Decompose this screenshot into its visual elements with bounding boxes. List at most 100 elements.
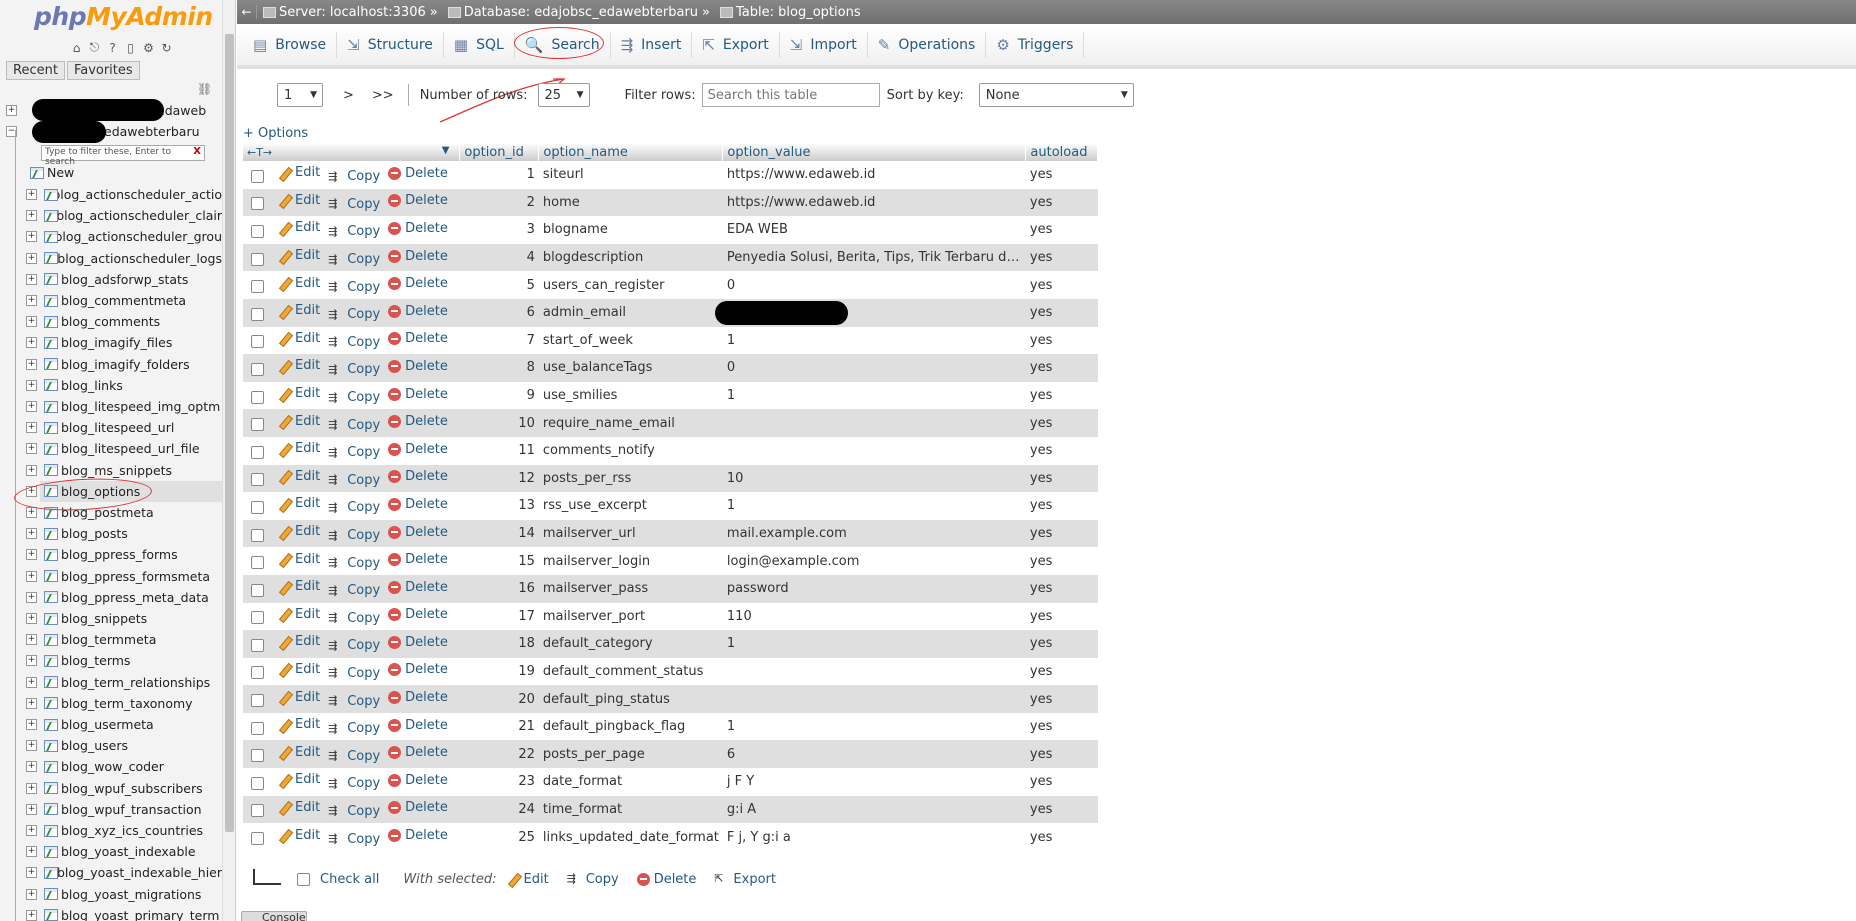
cell-option-id[interactable]: 25 xyxy=(459,823,539,851)
expand-icon[interactable]: + xyxy=(26,184,37,205)
delete-row-button[interactable]: Delete xyxy=(388,469,448,484)
bulk-export-button[interactable]: ⇱ Export xyxy=(714,872,776,887)
cell-option-value[interactable] xyxy=(722,685,1026,713)
favorites-tab[interactable]: Favorites xyxy=(66,61,140,80)
sidebar-table-item[interactable]: blog_xyz_ics_countries xyxy=(40,820,222,841)
check-all-label[interactable]: Check all xyxy=(320,872,379,887)
plus-icon[interactable]: + xyxy=(26,634,37,646)
edit-row-button[interactable]: Edit xyxy=(278,441,320,456)
cell-option-value[interactable]: g:i A xyxy=(722,795,1026,824)
bulk-delete-button[interactable]: Delete xyxy=(636,872,696,887)
plus-icon[interactable]: + xyxy=(26,231,37,243)
plus-icon[interactable]: + xyxy=(26,337,37,349)
home-icon[interactable]: ⌂ xyxy=(69,40,84,55)
delete-row-button[interactable]: Delete xyxy=(388,690,448,705)
expand-icon[interactable]: + xyxy=(26,396,37,417)
plus-icon[interactable]: + xyxy=(26,189,37,200)
cell-option-id[interactable]: 22 xyxy=(459,740,539,769)
sidebar-table-item[interactable]: blog_yoast_indexable xyxy=(40,841,222,862)
row-checkbox[interactable] xyxy=(251,666,264,680)
cell-autoload[interactable]: yes xyxy=(1025,685,1098,713)
cell-option-name[interactable]: admin_email xyxy=(538,298,723,327)
console-toggle[interactable]: Console xyxy=(241,911,307,921)
edit-row-button[interactable]: Edit xyxy=(278,220,320,235)
next-page-button[interactable]: > xyxy=(343,88,354,103)
reload-icon[interactable]: ↻ xyxy=(159,40,174,55)
copy-row-button[interactable]: ⇶ Copy xyxy=(328,694,380,709)
edit-row-button[interactable]: Edit xyxy=(278,331,320,346)
edit-row-button[interactable]: Edit xyxy=(278,745,320,760)
sidebar-table-item[interactable]: blog_actionscheduler_grou xyxy=(40,226,222,247)
row-checkbox[interactable] xyxy=(251,197,264,211)
plus-icon[interactable]: + xyxy=(26,888,37,900)
cell-option-name[interactable]: use_smilies xyxy=(538,381,723,410)
plus-icon[interactable]: + xyxy=(26,909,37,921)
sort-by-key-select[interactable]: None ▼ xyxy=(978,83,1134,107)
edit-row-button[interactable]: Edit xyxy=(278,386,320,401)
sidebar-table-item[interactable]: blog_imagify_files xyxy=(40,332,222,353)
plus-icon[interactable]: + xyxy=(26,825,37,836)
sidebar-table-item[interactable]: blog_litespeed_img_optm xyxy=(40,396,222,417)
cell-option-name[interactable]: start_of_week xyxy=(538,326,723,355)
cell-option-id[interactable]: 16 xyxy=(459,574,539,603)
docs-icon[interactable]: ? xyxy=(105,40,120,55)
cell-option-name[interactable]: default_ping_status xyxy=(538,685,723,713)
cell-option-id[interactable]: 7 xyxy=(459,326,539,355)
cell-option-id[interactable]: 14 xyxy=(459,519,539,548)
cell-autoload[interactable]: yes xyxy=(1025,519,1098,548)
plus-icon[interactable]: + xyxy=(26,443,37,455)
edit-row-button[interactable]: Edit xyxy=(278,165,320,180)
cell-option-value[interactable]: 0 xyxy=(722,354,1026,382)
plus-icon[interactable]: + xyxy=(26,613,37,624)
page-select[interactable]: 1 ▼ xyxy=(277,83,323,107)
sidebar-table-item[interactable]: blog_wow_coder xyxy=(40,756,222,777)
edit-row-button[interactable]: Edit xyxy=(278,524,320,539)
cell-autoload[interactable]: yes xyxy=(1025,464,1098,493)
cell-option-name[interactable]: require_name_email xyxy=(538,409,723,437)
check-all-checkbox[interactable] xyxy=(297,872,310,886)
delete-row-button[interactable]: Delete xyxy=(388,331,448,346)
copy-row-button[interactable]: ⇶ Copy xyxy=(328,335,380,350)
row-checkbox[interactable] xyxy=(251,335,264,349)
sidebar-table-item[interactable]: blog_users xyxy=(40,735,222,756)
sidebar-table-item[interactable]: blog_links xyxy=(40,375,222,396)
delete-row-button[interactable]: Delete xyxy=(388,828,448,843)
expand-icon[interactable]: + xyxy=(26,544,37,565)
cell-autoload[interactable]: yes xyxy=(1025,161,1098,189)
expand-icon[interactable]: + xyxy=(26,862,37,883)
link-with-main-icon[interactable]: ⛓ xyxy=(197,82,212,96)
cell-option-id[interactable]: 15 xyxy=(459,547,539,575)
column-resize-controls[interactable]: ←T→ ▼ xyxy=(243,143,461,161)
sidebar-table-item[interactable]: blog_commentmeta xyxy=(40,290,222,311)
row-checkbox[interactable] xyxy=(251,473,264,487)
row-checkbox[interactable] xyxy=(251,694,264,708)
cell-autoload[interactable]: yes xyxy=(1025,298,1098,327)
cell-option-name[interactable]: blogname xyxy=(538,216,723,244)
edit-row-button[interactable]: Edit xyxy=(278,607,320,622)
last-page-button[interactable]: >> xyxy=(372,88,394,103)
sidebar-table-item[interactable]: blog_ppress_forms xyxy=(40,544,222,565)
edit-row-button[interactable]: Edit xyxy=(278,634,320,649)
copy-row-button[interactable]: ⇶ Copy xyxy=(328,445,380,460)
row-checkbox[interactable] xyxy=(251,611,264,625)
edit-row-button[interactable]: Edit xyxy=(278,193,320,208)
row-checkbox[interactable] xyxy=(251,362,264,376)
expand-icon[interactable]: + xyxy=(26,799,37,820)
arrows-icon[interactable]: ←T→ xyxy=(247,146,272,159)
copy-row-button[interactable]: ⇶ Copy xyxy=(328,583,380,598)
header-option-value[interactable]: option_value xyxy=(722,143,1027,161)
sidebar-table-item[interactable]: blog_comments xyxy=(40,311,222,332)
clear-filter-icon[interactable]: X xyxy=(193,146,201,157)
cell-autoload[interactable]: yes xyxy=(1025,409,1098,437)
recent-tab[interactable]: Recent xyxy=(6,61,65,80)
row-checkbox[interactable] xyxy=(251,224,264,238)
row-checkbox[interactable] xyxy=(251,390,264,404)
scrollbar-thumb[interactable] xyxy=(225,34,234,832)
copy-row-button[interactable]: ⇶ Copy xyxy=(328,418,380,433)
expand-icon[interactable]: + xyxy=(26,608,37,629)
sidebar-table-item[interactable]: blog_terms xyxy=(40,650,222,671)
delete-row-button[interactable]: Delete xyxy=(388,166,448,181)
header-option-id[interactable]: option_id xyxy=(459,143,540,161)
edit-row-button[interactable]: Edit xyxy=(278,414,320,429)
cell-autoload[interactable]: yes xyxy=(1025,243,1098,272)
